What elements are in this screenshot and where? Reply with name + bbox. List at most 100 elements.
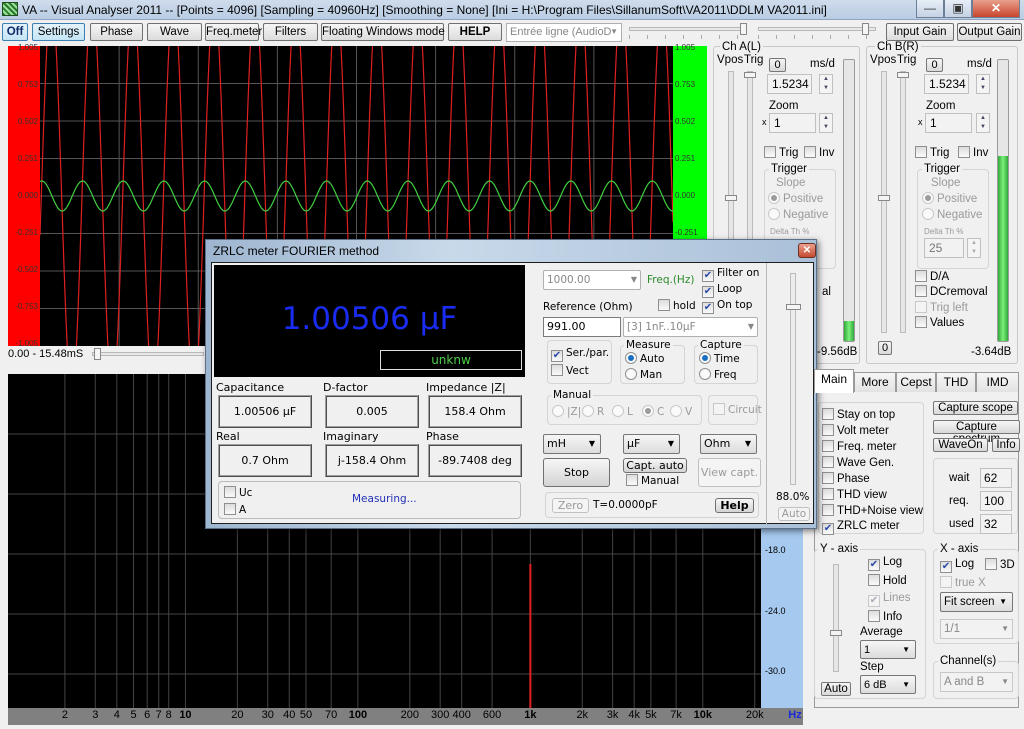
y-axis-slider[interactable] [830,564,842,672]
da-checkbox[interactable]: D/A [915,270,949,284]
manual-radio[interactable]: V [670,405,692,419]
input-device-select[interactable]: Entrée ligne (AudioD ▼ [506,23,622,42]
freq-radio[interactable]: Freq [699,368,737,382]
level-auto-button[interactable]: Auto [778,507,810,521]
option-checkbox[interactable]: ✔ ZRLC meter [822,520,900,535]
ratio-select[interactable]: 1/1 ▼ [940,619,1013,639]
y-lines-checkbox[interactable]: ✔ Lines [868,592,911,607]
zoom-spinner[interactable]: ▲ ▼ [976,113,990,133]
slider-thumb[interactable] [878,195,890,201]
waveon-button[interactable]: WaveOn [933,438,988,452]
msd-spinner[interactable]: ▲ ▼ [976,74,990,94]
manual-radio[interactable]: |Z| [552,405,581,419]
channels-select[interactable]: A and B ▼ [940,672,1013,692]
floating-windows-button[interactable]: Floating Windows mode [321,23,445,41]
zero-button[interactable]: 0 [769,58,786,72]
slider-thumb[interactable] [94,348,101,360]
capture-scope-button[interactable]: Capture scope [933,401,1018,415]
auto-radio[interactable]: Auto [625,352,664,366]
slider-thumb[interactable] [744,72,756,78]
msd-spinner[interactable]: ▲ ▼ [819,74,833,94]
stop-button[interactable]: Stop [543,458,610,487]
zoom-input[interactable]: 1 [769,113,816,133]
help-button[interactable]: Help [715,498,754,513]
view-capture-button[interactable]: View capt. [698,458,761,487]
dcremoval-checkbox[interactable]: DCremoval [915,285,988,299]
trig-left-checkbox[interactable]: Trig left [915,301,968,315]
uc-checkbox[interactable]: Uc [224,486,252,500]
bottom-zero-button[interactable]: 0 [878,341,892,355]
filter-on-checkbox[interactable]: ✔ Filter on [702,267,759,282]
option-checkbox[interactable]: Stay on top [822,408,895,422]
negative-radio[interactable]: Negative [922,208,982,222]
reference-input[interactable]: 991.00 [543,317,621,337]
tab-cepst[interactable]: Cepst [896,372,936,392]
zoom-spinner[interactable]: ▲ ▼ [819,113,833,133]
zero-button[interactable]: 0 [926,58,943,72]
positive-radio[interactable]: Positive [768,192,823,206]
option-checkbox[interactable]: Volt meter [822,424,889,438]
option-checkbox[interactable]: Freq. meter [822,440,896,454]
inv-checkbox[interactable]: Inv [804,146,834,160]
a-checkbox[interactable]: A [224,503,246,517]
settings-button[interactable]: Settings [32,23,85,41]
range-select[interactable]: [3] 1nF..10µF ▼ [623,317,758,337]
zero-button[interactable]: Zero [552,498,589,513]
manual-radio[interactable]: R [582,405,604,419]
slider-thumb[interactable] [786,304,801,310]
positive-radio[interactable]: Positive [922,192,977,206]
on-top-checkbox[interactable]: ✔ On top [702,299,752,314]
msd-input[interactable]: 1.5234 [924,74,969,94]
slider-thumb[interactable] [740,23,747,35]
x-3d-checkbox[interactable]: 3D [985,558,1015,572]
resistance-unit-select[interactable]: Ohm ▼ [700,434,757,454]
vect-checkbox[interactable]: Vect [551,364,589,378]
inv-checkbox[interactable]: Inv [958,146,988,160]
time-radio[interactable]: Time [699,352,740,366]
tab-imd[interactable]: IMD [976,372,1019,392]
dialog-close-button[interactable]: ✕ [798,243,816,258]
y-log-checkbox[interactable]: ✔ Log [868,556,902,571]
capture-auto-button[interactable]: Capt. auto [623,458,687,473]
y-hold-checkbox[interactable]: Hold [868,574,907,588]
capacitance-unit-select[interactable]: µF ▼ [623,434,680,454]
scope-position-slider[interactable] [92,348,204,366]
delta-input[interactable]: 25 [924,238,964,258]
circuit-checkbox[interactable]: Circuit [713,403,762,417]
tab-main[interactable]: Main [814,369,854,393]
output-gain-button[interactable]: Output Gain [957,23,1022,41]
tab-thd[interactable]: THD [936,372,976,392]
option-checkbox[interactable]: THD view [822,488,887,502]
info-button[interactable]: Info [992,438,1020,452]
maximize-button[interactable]: ▣ [944,0,972,18]
y-auto-button[interactable]: Auto [821,682,851,696]
manual-checkbox[interactable]: Manual [626,474,679,488]
man-radio[interactable]: Man [625,368,662,382]
trig-checkbox[interactable]: Trig [764,146,798,160]
negative-radio[interactable]: Negative [768,208,828,222]
option-checkbox[interactable]: THD+Noise view [822,504,923,518]
step-select[interactable]: 6 dB ▼ [860,675,916,694]
values-checkbox[interactable]: Values [915,316,964,330]
average-select[interactable]: 1 ▼ [860,640,916,659]
freqmeter-button[interactable]: Freq.meter [205,23,262,41]
level-slider[interactable] [786,273,801,485]
help-button[interactable]: HELP [448,23,502,41]
fit-screen-select[interactable]: Fit screen ▼ [940,592,1013,612]
frequency-select[interactable]: 1000.00 ▼ [543,270,641,290]
slider-thumb[interactable] [897,72,909,78]
input-gain-button[interactable]: Input Gain [886,23,954,41]
filters-button[interactable]: Filters [263,23,318,41]
y-info-checkbox[interactable]: Info [868,610,902,624]
msd-input[interactable]: 1.5234 [767,74,812,94]
ch-b-level-slider[interactable] [758,23,876,41]
option-checkbox[interactable]: Wave Gen. [822,456,894,470]
hold-checkbox[interactable]: hold [658,299,696,313]
trig-checkbox[interactable]: Trig [915,146,949,160]
x-log-checkbox[interactable]: ✔ Log [940,558,974,573]
trig-slider[interactable] [897,71,909,333]
slider-thumb[interactable] [862,23,869,35]
inductance-unit-select[interactable]: mH ▼ [543,434,601,454]
loop-checkbox[interactable]: ✔ Loop [702,283,742,298]
slider-thumb[interactable] [830,630,842,636]
